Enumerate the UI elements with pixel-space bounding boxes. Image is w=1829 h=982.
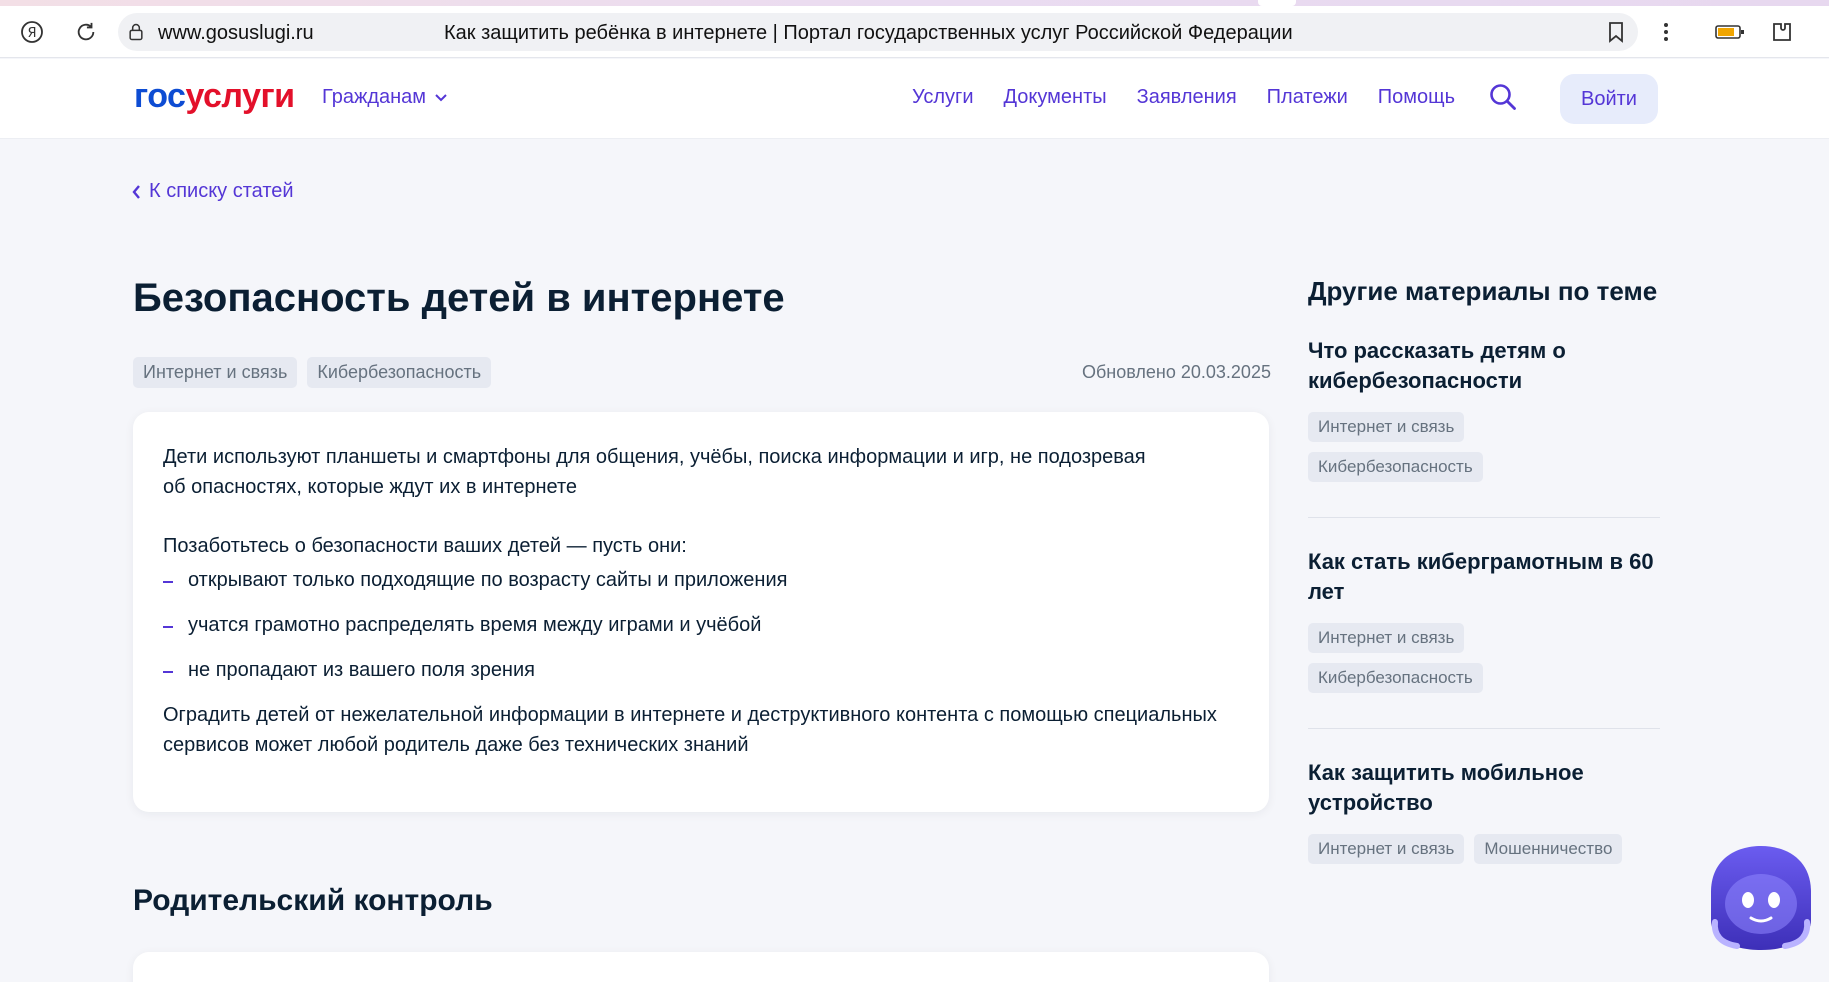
chevron-down-icon — [435, 93, 447, 101]
battery-icon[interactable] — [1710, 16, 1750, 48]
related-item: Как стать киберграмотным в 60 лет Интерн… — [1308, 547, 1660, 693]
article-intro-card: Дети используют планшеты и смартфоны для… — [133, 412, 1269, 812]
tag-cybersecurity[interactable]: Кибербезопасность — [1308, 452, 1483, 482]
address-bar[interactable]: www.gosuslugi.ru Как защитить ребёнка в … — [118, 13, 1638, 51]
related-item: Что рассказать детям о кибербезопасности… — [1308, 336, 1660, 482]
divider — [1308, 517, 1660, 518]
lead-paragraph: Позаботьтесь о безопасности ваших детей … — [163, 535, 687, 557]
tag-fraud[interactable]: Мошенничество — [1474, 834, 1623, 864]
intro-paragraph: Дети используют планшеты и смартфоны для… — [163, 446, 1146, 498]
page-tab-title: Как защитить ребёнка в интернете | Порта… — [444, 22, 1293, 44]
search-icon[interactable] — [1488, 82, 1518, 112]
tag-cybersecurity[interactable]: Кибербезопасность — [1308, 663, 1483, 693]
yandex-browser-icon[interactable]: Я — [16, 16, 48, 48]
nav-applications[interactable]: Заявления — [1137, 86, 1237, 109]
section-title-parental-control: Родительский контроль — [133, 884, 493, 917]
tag-internet[interactable]: Интернет и связь — [1308, 623, 1465, 653]
page-title: Безопасность детей в интернете — [133, 276, 785, 320]
reload-icon[interactable] — [70, 16, 102, 48]
tag-internet[interactable]: Интернет и связь — [1308, 412, 1465, 442]
related-item-tags: Интернет и связь Кибербезопасность — [1308, 412, 1660, 482]
related-item-tags: Интернет и связь Кибербезопасность — [1308, 623, 1660, 693]
parental-control-card — [133, 952, 1269, 982]
citizens-dropdown[interactable]: Гражданам — [322, 86, 448, 109]
back-to-articles-link[interactable]: К списку статей — [131, 180, 294, 203]
logo-part-gos: гос — [134, 77, 186, 115]
nav-documents[interactable]: Документы — [1004, 86, 1107, 109]
back-link-label: К списку статей — [149, 180, 294, 202]
related-materials-title: Другие материалы по теме — [1308, 276, 1658, 306]
site-header: госуслуги Гражданам Услуги Документы Зая… — [0, 59, 1829, 139]
login-button[interactable]: Войти — [1560, 74, 1658, 124]
list-item: не пропадают из вашего поля зрения — [163, 655, 1239, 685]
related-item: Как защитить мобильное устройство Интерн… — [1308, 758, 1660, 864]
bookmark-icon[interactable] — [1604, 20, 1628, 44]
related-item-title[interactable]: Что рассказать детям о кибербезопасности — [1308, 336, 1660, 396]
browser-toolbar: Я www.gosuslugi.ru Как защитить ребёнка … — [0, 6, 1829, 58]
svg-text:Я: Я — [27, 26, 36, 41]
tag-internet[interactable]: Интернет и связь — [133, 357, 298, 388]
url-domain: www.gosuslugi.ru — [158, 22, 314, 44]
list-item: учатся грамотно распределять время между… — [163, 610, 1239, 640]
chevron-left-icon — [132, 184, 140, 199]
nav-payments[interactable]: Платежи — [1267, 86, 1348, 109]
assistant-robot-icon[interactable] — [1707, 842, 1815, 954]
logo-part-uslugi: услуги — [185, 77, 295, 115]
tag-cybersecurity[interactable]: Кибербезопасность — [307, 357, 492, 388]
more-menu-icon[interactable] — [1650, 16, 1682, 48]
related-item-title[interactable]: Как стать киберграмотным в 60 лет — [1308, 547, 1660, 607]
gosuslugi-logo[interactable]: госуслуги — [134, 77, 295, 116]
list-item: открывают только подходящие по возрасту … — [163, 565, 1239, 595]
main-nav: Услуги Документы Заявления Платежи Помощ… — [912, 86, 1455, 109]
related-item-tags: Интернет и связь Мошенничество — [1308, 834, 1660, 864]
updated-date: Обновлено 20.03.2025 — [1082, 362, 1271, 382]
nav-services[interactable]: Услуги — [912, 86, 974, 109]
extensions-icon[interactable] — [1766, 16, 1798, 48]
lock-icon — [129, 23, 143, 41]
safety-list: открывают только подходящие по возрасту … — [163, 565, 1239, 685]
nav-help[interactable]: Помощь — [1378, 86, 1455, 109]
citizens-label: Гражданам — [322, 86, 427, 108]
outro-paragraph: Оградить детей от нежелательной информац… — [163, 704, 1217, 756]
tag-internet[interactable]: Интернет и связь — [1308, 834, 1465, 864]
divider — [1308, 728, 1660, 729]
article-tags: Интернет и связь Кибербезопасность — [133, 357, 492, 388]
related-item-title[interactable]: Как защитить мобильное устройство — [1308, 758, 1660, 818]
